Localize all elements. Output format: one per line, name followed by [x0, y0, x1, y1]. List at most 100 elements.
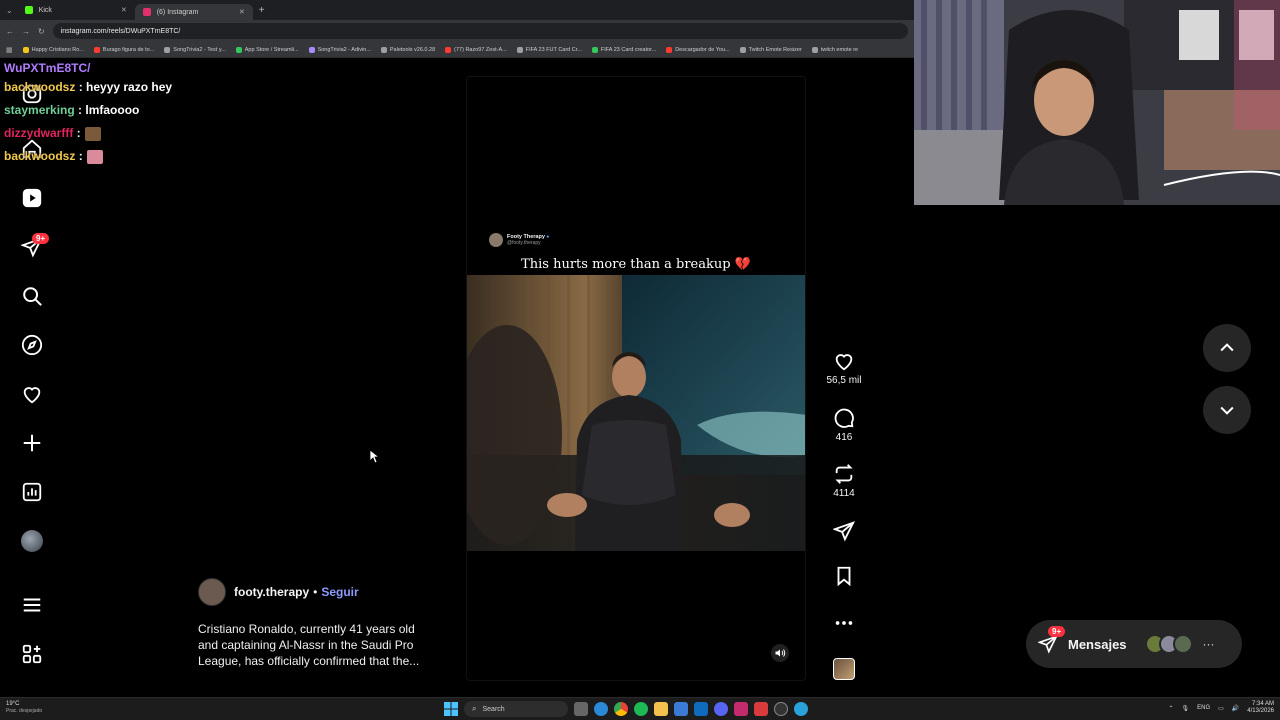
mouse-cursor-icon	[370, 450, 379, 463]
instagram-favicon-icon	[142, 8, 151, 16]
bookmark-label: Descargador de You...	[675, 46, 730, 53]
tab-menu-icon[interactable]: ⌄	[6, 6, 13, 15]
profile-avatar[interactable]	[20, 529, 44, 553]
reel-video-frame[interactable]	[467, 275, 805, 551]
chat-header: WuPXTmE8TC/	[4, 60, 172, 76]
more-options-button[interactable]	[822, 612, 866, 634]
contact-avatar	[1172, 634, 1193, 654]
source-handle: @footy.therapy	[507, 240, 541, 246]
repost-button[interactable]: 4114	[822, 463, 866, 499]
post-caption[interactable]: Cristiano Ronaldo, currently 41 years ol…	[198, 621, 438, 669]
explore-icon[interactable]	[20, 333, 44, 357]
bookmark-item[interactable]: Twitch Emote Resizer	[739, 46, 802, 53]
bookmark-item[interactable]: SongTrivia2 - Test y...	[164, 46, 226, 53]
save-button[interactable]	[822, 565, 866, 587]
chat-separator: :	[75, 149, 83, 163]
bookmark-item[interactable]: twitch emote re	[811, 46, 858, 53]
reload-icon[interactable]: ↻	[38, 27, 45, 36]
next-reel-button[interactable]	[1203, 386, 1251, 434]
kick-favicon-icon	[24, 6, 33, 14]
spotify-icon[interactable]	[634, 702, 648, 716]
store-icon[interactable]	[674, 702, 688, 716]
direct-messages-icon	[1038, 635, 1058, 654]
language-indicator[interactable]: ENG	[1197, 705, 1210, 711]
reel-player[interactable]: Footy Therapy ● @footy.therapy This hurt…	[466, 76, 806, 681]
bookmark-item[interactable]: (77) Razo97 Zest-A...	[445, 46, 507, 53]
repost-count: 4114	[833, 488, 855, 499]
bookmark-label: FIFA 23 FUT Card Cr...	[525, 46, 582, 53]
more-menu-icon[interactable]	[20, 593, 44, 617]
bookmark-favicon-icon	[93, 46, 100, 53]
chevron-up-icon	[1220, 343, 1234, 352]
telegram-icon[interactable]	[794, 702, 808, 716]
bookmark-favicon-icon	[591, 46, 598, 53]
messages-pill[interactable]: 9+ Mensajes ···	[1026, 620, 1242, 668]
url-input[interactable]: instagram.com/reels/DWuPXTmE8TC/	[52, 23, 908, 39]
tab-kick[interactable]: Kick ✕	[17, 2, 135, 18]
obs-icon[interactable]	[774, 702, 788, 716]
bookmark-item[interactable]: SongTrivia2 - Adivin...	[308, 46, 371, 53]
notifications-heart-icon[interactable]	[20, 382, 44, 406]
share-button[interactable]	[822, 520, 866, 542]
search-icon[interactable]	[20, 284, 44, 308]
edge-browser-icon[interactable]	[594, 702, 608, 716]
bookmark-item[interactable]: FIFA 23 FUT Card Cr...	[516, 46, 582, 53]
volume-icon[interactable]: 🔊	[1232, 705, 1239, 712]
also-from-meta-icon[interactable]	[20, 642, 44, 666]
apps-grid-icon[interactable]: ▦	[6, 46, 13, 54]
bookmarks-bar: ▦ Happy Cristiano Ro... Burago figura de…	[0, 42, 914, 58]
chat-emote-icon	[86, 149, 103, 164]
taskbar-search[interactable]: ⌕ Search	[464, 701, 568, 717]
tab-label: Kick	[38, 6, 52, 14]
reels-icon[interactable]	[20, 186, 44, 210]
address-bar: ← → ↻ instagram.com/reels/DWuPXTmE8TC/	[0, 20, 914, 42]
back-icon[interactable]: ←	[6, 27, 14, 36]
previous-reel-button[interactable]	[1203, 324, 1251, 372]
windows-start-icon[interactable]	[444, 702, 458, 716]
bookmark-item[interactable]: Burago figura de to...	[93, 46, 155, 53]
dashboard-icon[interactable]	[20, 480, 44, 504]
weather-temp: 19°C	[6, 701, 20, 707]
forward-icon[interactable]: →	[22, 27, 30, 36]
audio-thumbnail[interactable]	[822, 655, 866, 680]
chat-separator: :	[75, 80, 87, 94]
weather-widget[interactable]: 19°C Prac. despejado	[6, 701, 42, 715]
chrome-browser-icon[interactable]	[614, 702, 628, 716]
bookmark-item[interactable]: Paletools v26.0.28	[380, 46, 435, 53]
author-avatar[interactable]	[198, 578, 226, 606]
bookmark-item[interactable]: App Store / Streamli...	[235, 46, 299, 53]
chevron-up-icon[interactable]: ⌃	[1168, 705, 1173, 712]
follow-button[interactable]: Seguir	[321, 585, 358, 599]
author-username[interactable]: footy.therapy	[234, 585, 309, 599]
url-text: instagram.com/reels/DWuPXTmE8TC/	[60, 27, 181, 35]
red-app-icon[interactable]	[754, 702, 768, 716]
like-button[interactable]: 56,5 mil	[822, 350, 866, 386]
bookmark-label: App Store / Streamli...	[244, 46, 299, 53]
clock[interactable]: 7:34 AM 4/13/2026	[1247, 701, 1274, 715]
discord-icon[interactable]	[714, 702, 728, 716]
bookmark-label: SongTrivia2 - Test y...	[173, 46, 226, 53]
microphone-icon[interactable]: 🎙	[1182, 705, 1190, 712]
media-app-icon[interactable]	[734, 702, 748, 716]
tab-instagram[interactable]: (6) Instagram ✕	[134, 4, 253, 20]
close-tab-icon[interactable]: ✕	[121, 6, 127, 14]
close-tab-icon[interactable]: ✕	[239, 8, 245, 16]
stream-chat-overlay: WuPXTmE8TC/ backwoodsz : heyyy razo hey …	[4, 60, 172, 168]
direct-messages-icon[interactable]: 9+	[20, 233, 50, 259]
bookmark-item[interactable]: Descargador de You...	[666, 46, 730, 53]
file-explorer-icon[interactable]	[654, 702, 668, 716]
network-icon[interactable]: ▭	[1218, 705, 1224, 712]
bookmark-item[interactable]: FIFA 23 Card creator...	[591, 46, 657, 53]
bookmark-item[interactable]: Happy Cristiano Ro...	[22, 46, 84, 53]
bookmark-favicon-icon	[516, 46, 523, 53]
task-view-icon[interactable]	[574, 702, 588, 716]
clock-time: 7:34 AM	[1251, 701, 1274, 707]
bookmark-label: FIFA 23 Card creator...	[600, 46, 657, 53]
outlook-icon[interactable]	[694, 702, 708, 716]
create-plus-icon[interactable]	[20, 431, 44, 455]
bookmark-label: Burago figura de to...	[102, 46, 155, 53]
mute-toggle[interactable]	[771, 644, 789, 662]
comment-button[interactable]: 416	[822, 407, 866, 443]
browser-tab-bar: ⌄ Kick ✕ (6) Instagram ✕ +	[0, 0, 914, 20]
new-tab-icon[interactable]: +	[259, 5, 265, 16]
